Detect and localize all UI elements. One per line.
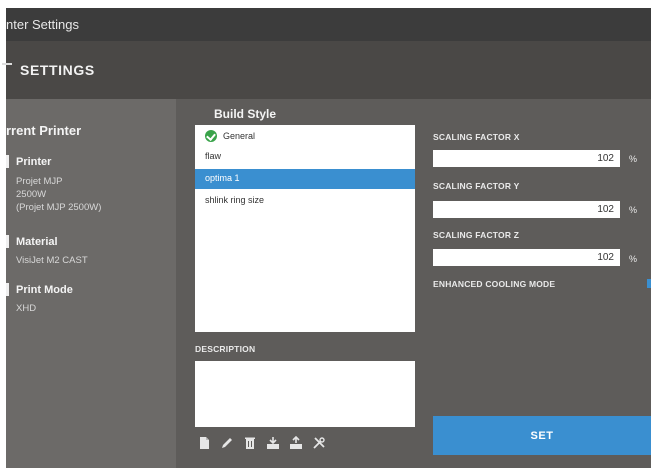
export-icon[interactable] xyxy=(289,436,303,450)
material-marker xyxy=(6,235,9,248)
build-style-panel: Build Style General flaw optima 1 shlink… xyxy=(176,99,651,468)
scaling-x-label: SCALING FACTOR X xyxy=(433,132,520,142)
check-circle-icon xyxy=(205,130,217,142)
settings-header: SETTINGS xyxy=(2,41,651,99)
list-item[interactable]: flaw xyxy=(195,147,415,167)
list-item-selected[interactable]: optima 1 xyxy=(195,169,415,189)
tools-icon[interactable] xyxy=(312,436,326,450)
list-item-label: shlink ring size xyxy=(205,195,265,205)
description-label: DESCRIPTION xyxy=(195,344,256,354)
scaling-y-label: SCALING FACTOR Y xyxy=(433,181,520,191)
material-label: Material xyxy=(16,236,58,248)
scaling-x-unit: % xyxy=(629,154,638,164)
print-mode-label: Print Mode xyxy=(16,284,73,296)
list-item-label: General xyxy=(223,131,256,141)
back-arrow-icon[interactable] xyxy=(2,63,12,65)
current-printer-title: rrent Printer xyxy=(6,123,82,138)
enhanced-cooling-label: ENHANCED COOLING MODE xyxy=(433,279,556,289)
set-button[interactable]: SET xyxy=(433,416,651,455)
enhanced-cooling-toggle[interactable] xyxy=(647,279,651,288)
printer-model-size: 2500W xyxy=(16,189,47,200)
list-item[interactable]: General xyxy=(195,127,415,147)
title-bar: nter Settings xyxy=(6,8,651,41)
print-mode-marker xyxy=(6,283,9,296)
print-mode-value: XHD xyxy=(16,303,37,314)
material-value: VisiJet M2 CAST xyxy=(16,255,88,266)
page-title: SETTINGS xyxy=(20,62,95,78)
list-item-label: flaw xyxy=(205,151,222,161)
scaling-x-input[interactable] xyxy=(433,150,620,167)
edit-icon[interactable] xyxy=(220,436,234,450)
new-icon[interactable] xyxy=(197,436,211,450)
scaling-z-input[interactable] xyxy=(433,249,620,266)
printer-label: Printer xyxy=(16,156,52,168)
build-style-title: Build Style xyxy=(214,107,277,121)
printer-marker xyxy=(6,155,9,168)
printer-settings-window: nter Settings SETTINGS rrent Printer Pri… xyxy=(0,0,651,468)
scaling-z-label: SCALING FACTOR Z xyxy=(433,230,520,240)
printer-model-full: (Projet MJP 2500W) xyxy=(16,202,102,213)
current-printer-panel: rrent Printer Printer Projet MJP 2500W (… xyxy=(6,99,176,468)
import-icon[interactable] xyxy=(266,436,280,450)
list-item[interactable]: shlink ring size xyxy=(195,191,415,211)
list-item-label: optima 1 xyxy=(205,173,240,183)
description-field[interactable] xyxy=(195,361,415,427)
build-style-list[interactable]: General flaw optima 1 shlink ring size xyxy=(195,125,415,332)
scaling-z-unit: % xyxy=(629,254,638,264)
scaling-y-unit: % xyxy=(629,205,638,215)
window-title: nter Settings xyxy=(6,17,79,32)
scaling-y-input[interactable] xyxy=(433,201,620,218)
printer-model: Projet MJP xyxy=(16,176,63,187)
delete-icon[interactable] xyxy=(243,436,257,450)
